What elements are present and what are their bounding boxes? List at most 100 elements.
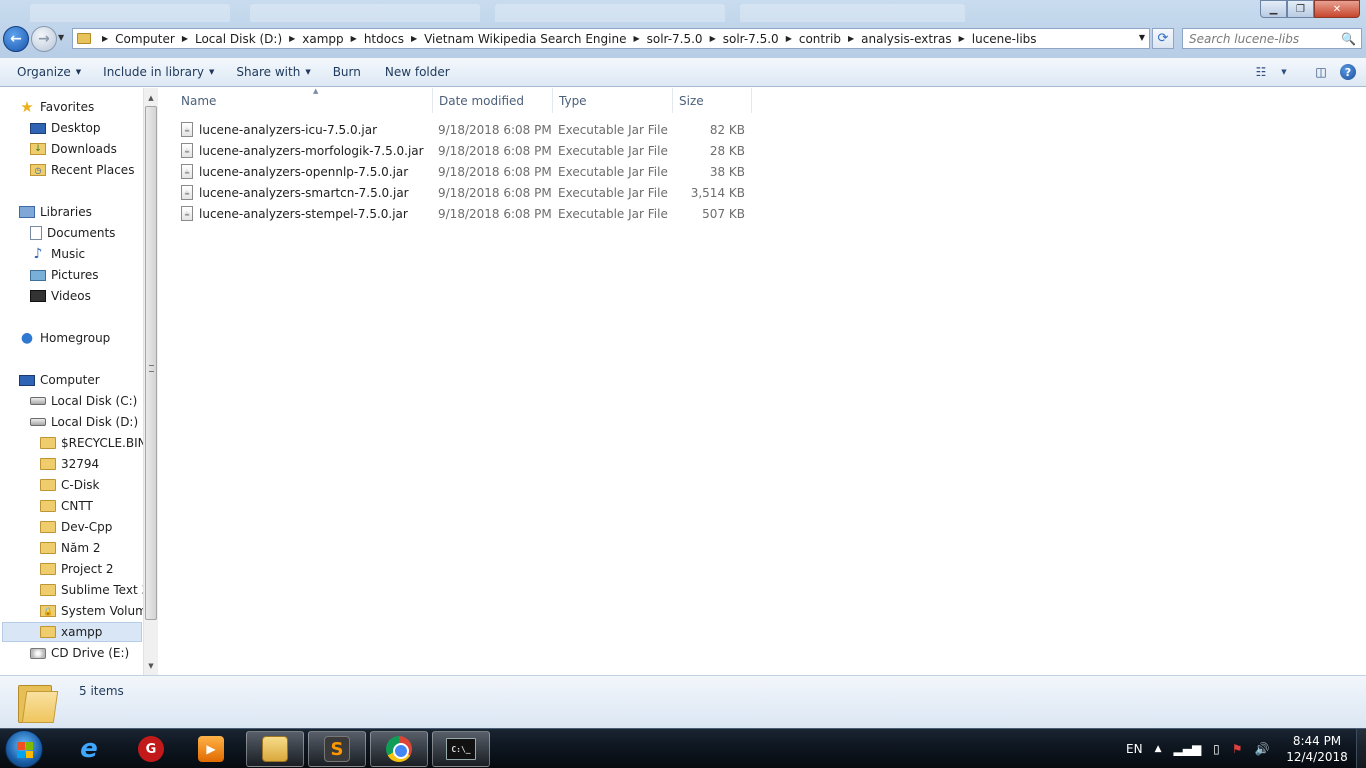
chevron-right-icon[interactable]: ▶ (351, 34, 357, 43)
nav-folder-nam-2[interactable]: Năm 2 (40, 538, 143, 558)
minimize-button[interactable]: ▁ (1260, 0, 1287, 18)
organize-button[interactable]: Organize ▼ (8, 65, 90, 79)
breadcrumb-solr-outer[interactable]: solr-7.5.0 (647, 32, 703, 46)
column-header-type[interactable]: Type (553, 88, 673, 113)
start-button[interactable] (5, 730, 43, 768)
jar-file-icon: ☕ (181, 143, 193, 158)
nav-folder-project-2[interactable]: Project 2 (40, 559, 143, 579)
chrome-icon (386, 736, 412, 762)
address-history-dropdown[interactable]: ▼ (1139, 33, 1145, 42)
chevron-right-icon[interactable]: ▶ (102, 34, 108, 43)
new-folder-button[interactable]: New folder (376, 65, 459, 79)
search-icon[interactable]: 🔍 (1341, 32, 1356, 46)
burn-button[interactable]: Burn (324, 65, 370, 79)
search-box[interactable]: 🔍 (1182, 28, 1362, 49)
breadcrumb-htdocs[interactable]: htdocs (364, 32, 404, 46)
chevron-right-icon[interactable]: ▶ (182, 34, 188, 43)
action-center-flag-icon[interactable]: ⚑ (1232, 742, 1243, 756)
search-input[interactable] (1183, 31, 1333, 46)
chevron-down-icon: ▼ (209, 68, 215, 76)
volume-icon[interactable]: 🔊 (1255, 742, 1270, 756)
chevron-right-icon[interactable]: ▶ (959, 34, 965, 43)
column-header-name-label: Name (181, 93, 217, 108)
nav-desktop[interactable]: Desktop (30, 118, 101, 138)
help-icon[interactable]: ? (1340, 64, 1356, 80)
column-header-size-label: Size (679, 93, 704, 108)
refresh-button[interactable]: ⟳ (1152, 28, 1174, 49)
chevron-right-icon[interactable]: ▶ (786, 34, 792, 43)
language-indicator[interactable]: EN (1126, 742, 1143, 756)
nav-folder-dev-cpp[interactable]: Dev-Cpp (40, 517, 143, 537)
include-in-library-button[interactable]: Include in library ▼ (94, 65, 223, 79)
nav-documents[interactable]: Documents (30, 223, 115, 243)
nav-pictures[interactable]: Pictures (30, 265, 99, 285)
nav-scrollbar-thumb[interactable] (145, 106, 157, 620)
nav-computer[interactable]: Computer (19, 370, 100, 390)
chevron-right-icon[interactable]: ▶ (633, 34, 639, 43)
breadcrumb-lucene-libs[interactable]: lucene-libs (972, 32, 1037, 46)
close-button[interactable]: ✕ (1314, 0, 1360, 18)
taskbar-garena[interactable]: G (122, 731, 180, 767)
file-name-cell: ☕ lucene-analyzers-icu-7.5.0.jar (181, 119, 377, 140)
column-header-size[interactable]: Size (673, 88, 752, 113)
breadcrumb-computer[interactable]: Computer (115, 32, 175, 46)
taskbar-sublime-text[interactable]: S (308, 731, 366, 767)
address-bar[interactable]: ▶ Computer ▶ Local Disk (D:) ▶ xampp ▶ htdoc… (72, 28, 1150, 49)
breadcrumb-analysis-extras[interactable]: analysis-extras (861, 32, 951, 46)
windows-logo-icon (17, 742, 33, 758)
nav-scrollbar[interactable]: ▲ ▼ (143, 88, 158, 675)
nav-folder-xampp[interactable]: xampp (2, 622, 142, 642)
nav-homegroup[interactable]: ● Homegroup (19, 328, 110, 348)
nav-folder-sublime-text-3[interactable]: Sublime Text 3 (40, 580, 143, 600)
breadcrumb-contrib[interactable]: contrib (799, 32, 841, 46)
folder-icon (40, 479, 56, 491)
chevron-right-icon[interactable]: ▶ (710, 34, 716, 43)
scroll-up-arrow-icon[interactable]: ▲ (144, 90, 158, 105)
nav-local-disk-d[interactable]: Local Disk (D:) (30, 412, 138, 432)
nav-folder-c-disk[interactable]: C-Disk (40, 475, 143, 495)
taskbar-media-player[interactable]: ▶ (182, 731, 240, 767)
taskbar-windows-explorer[interactable] (246, 731, 304, 767)
nav-local-disk-c[interactable]: Local Disk (C:) (30, 391, 137, 411)
chevron-right-icon[interactable]: ▶ (848, 34, 854, 43)
nav-folder-32794[interactable]: 32794 (40, 454, 143, 474)
breadcrumb-solr-inner[interactable]: solr-7.5.0 (723, 32, 779, 46)
nav-cd-drive-e[interactable]: CD Drive (E:) (30, 643, 129, 663)
column-header-date-modified[interactable]: Date modified (433, 88, 553, 113)
show-hidden-icons-icon[interactable]: ▲ (1155, 744, 1162, 754)
chevron-right-icon[interactable]: ▶ (289, 34, 295, 43)
back-button[interactable]: ← (3, 26, 29, 52)
windows-explorer-icon (262, 736, 288, 762)
clock[interactable]: 8:44 PM 12/4/2018 (1283, 733, 1351, 765)
nav-downloads[interactable]: ↓ Downloads (30, 139, 117, 159)
column-header-name[interactable]: Name ▲ (175, 87, 433, 113)
nav-folder-recycle-bin[interactable]: $RECYCLE.BIN (40, 433, 143, 453)
nav-folder-cntt[interactable]: CNTT (40, 496, 143, 516)
chevron-right-icon[interactable]: ▶ (411, 34, 417, 43)
share-with-button[interactable]: Share with ▼ (227, 65, 319, 79)
view-options-icon[interactable]: ☷ (1252, 64, 1270, 80)
breadcrumb-vietnam-wikipedia-search-engine[interactable]: Vietnam Wikipedia Search Engine (424, 32, 626, 46)
taskbar-internet-explorer[interactable]: e (60, 731, 118, 767)
breadcrumb-local-disk-d[interactable]: Local Disk (D:) (195, 32, 282, 46)
breadcrumb-xampp[interactable]: xampp (302, 32, 343, 46)
scroll-down-arrow-icon[interactable]: ▼ (144, 658, 158, 673)
nav-videos[interactable]: Videos (30, 286, 91, 306)
chevron-down-icon[interactable]: ▼ (1280, 64, 1288, 80)
recent-pages-dropdown[interactable]: ▼ (58, 33, 64, 42)
show-desktop-button[interactable] (1356, 729, 1366, 768)
folder-icon (18, 681, 59, 723)
nav-music[interactable]: ♪ Music (30, 244, 86, 264)
nav-favorites[interactable]: ★ Favorites (19, 97, 94, 117)
nav-folder-system-volume[interactable]: 🔒 System Volume (40, 601, 143, 621)
nav-libraries[interactable]: Libraries (19, 202, 92, 222)
file-size: 3,514 KB (690, 185, 745, 200)
forward-button[interactable]: → (31, 26, 57, 52)
battery-icon[interactable]: ▯ (1213, 742, 1220, 756)
nav-recent-places[interactable]: ◷ Recent Places (30, 160, 134, 180)
preview-pane-icon[interactable]: ◫ (1312, 64, 1330, 80)
maximize-button[interactable]: ❐ (1287, 0, 1314, 18)
taskbar-chrome[interactable] (370, 731, 428, 767)
taskbar-command-prompt[interactable]: C:\_ (432, 731, 490, 767)
network-signal-icon[interactable]: ▂▄▆ (1173, 742, 1201, 756)
